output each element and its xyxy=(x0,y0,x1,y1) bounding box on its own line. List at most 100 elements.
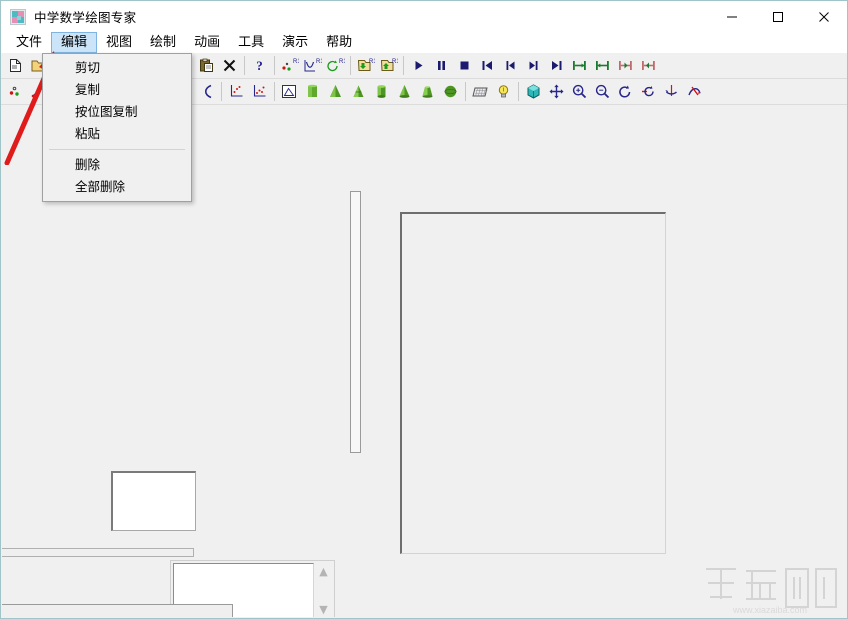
parabola-button[interactable] xyxy=(195,80,218,103)
new-document-button[interactable] xyxy=(4,54,27,77)
rotate-z-button[interactable] xyxy=(683,80,706,103)
step-forward-button[interactable] xyxy=(522,54,545,77)
rotate-y-button[interactable] xyxy=(660,80,683,103)
menu-option-copy[interactable]: 复制 xyxy=(43,79,191,101)
skip-end-icon xyxy=(552,61,562,70)
close-button[interactable] xyxy=(801,1,847,32)
rotate-view-button[interactable] xyxy=(614,80,637,103)
zoom-out-button[interactable] xyxy=(591,80,614,103)
frustum-icon xyxy=(353,85,364,97)
range-start-button[interactable] xyxy=(568,54,591,77)
menu-option-delete[interactable]: 删除 xyxy=(43,154,191,176)
pause-icon xyxy=(438,61,445,70)
menu-item-edit[interactable]: 编辑 xyxy=(51,32,98,53)
close-icon xyxy=(819,11,829,22)
sphere-icon xyxy=(444,85,457,98)
grid-button[interactable] xyxy=(469,80,492,103)
rotate-r1-button[interactable]: R1 xyxy=(324,54,347,77)
cone-button[interactable] xyxy=(393,80,416,103)
curve-r1-button[interactable]: R1 xyxy=(301,54,324,77)
range-mid-icon xyxy=(619,61,632,70)
step-back-icon xyxy=(506,61,515,70)
menu-option-paste[interactable]: 粘贴 xyxy=(43,123,191,145)
scroll-down-icon[interactable]: ▼ xyxy=(315,601,332,617)
paste-button[interactable] xyxy=(195,54,218,77)
skip-end-button[interactable] xyxy=(545,54,568,77)
delete-x-icon xyxy=(223,59,236,72)
prism-icon xyxy=(308,84,317,97)
rotate-y-axis-icon xyxy=(665,85,677,96)
menu-item-tools[interactable]: 工具 xyxy=(229,32,273,53)
import-r1-button[interactable]: R1 xyxy=(354,54,377,77)
step-back-button[interactable] xyxy=(499,54,522,77)
edit-dropdown-menu[interactable]: 剪切 复制 按位图复制 粘贴 删除 全部删除 xyxy=(42,53,192,202)
toolbar-separator xyxy=(403,56,404,75)
zoom-in-button[interactable] xyxy=(568,80,591,103)
pause-button[interactable] xyxy=(430,54,453,77)
prism-button[interactable] xyxy=(301,80,324,103)
vertical-scrollbar[interactable]: ▲ ▼ xyxy=(315,563,332,617)
large-drawing-panel[interactable] xyxy=(400,212,666,554)
range-end-button[interactable] xyxy=(637,54,660,77)
menu-item-presentation[interactable]: 演示 xyxy=(273,32,317,53)
menu-item-view[interactable]: 视图 xyxy=(97,32,141,53)
app-grid-icon xyxy=(10,8,26,25)
delete-button[interactable] xyxy=(218,54,241,77)
points-r1-button[interactable]: R1 xyxy=(278,54,301,77)
skip-start-button[interactable] xyxy=(476,54,499,77)
toolbar-separator xyxy=(465,82,466,101)
rotate-z-axis-icon xyxy=(688,86,701,96)
toolbar-separator xyxy=(244,56,245,75)
menu-item-draw[interactable]: 绘制 xyxy=(141,32,185,53)
range-end-icon xyxy=(642,61,655,70)
svg-text:R1: R1 xyxy=(369,59,375,65)
point-button[interactable] xyxy=(4,80,27,103)
minimize-button[interactable] xyxy=(709,1,755,32)
play-button[interactable] xyxy=(407,54,430,77)
rotate-r1-icon: R1 xyxy=(327,59,345,72)
menu-option-delete-all[interactable]: 全部删除 xyxy=(43,176,191,198)
menu-item-animation[interactable]: 动画 xyxy=(185,32,229,53)
window-title: 中学数学绘图专家 xyxy=(34,10,137,25)
axes-scatter-button[interactable] xyxy=(248,80,271,103)
plane-button[interactable] xyxy=(278,80,301,103)
menu-item-file[interactable]: 文件 xyxy=(7,32,51,53)
parabola-icon xyxy=(204,84,212,99)
zoom-out-icon xyxy=(595,84,610,99)
svg-text:R1: R1 xyxy=(316,59,322,65)
cone-frustum-button[interactable] xyxy=(416,80,439,103)
move-pan-button[interactable] xyxy=(545,80,568,103)
sphere-button[interactable] xyxy=(439,80,462,103)
lightbulb-button[interactable] xyxy=(492,80,515,103)
maximize-button[interactable] xyxy=(755,1,801,32)
menu-option-cut[interactable]: 剪切 xyxy=(43,57,191,79)
white-panel[interactable] xyxy=(111,471,196,531)
maximize-icon xyxy=(773,11,783,22)
stop-button[interactable] xyxy=(453,54,476,77)
frustum-button[interactable] xyxy=(347,80,370,103)
help-button[interactable]: ? xyxy=(248,54,271,77)
import-r1-icon: R1 xyxy=(357,59,375,71)
help-question-icon: ? xyxy=(256,58,263,73)
menu-item-help[interactable]: 帮助 xyxy=(317,32,361,53)
cube-3d-icon xyxy=(527,84,540,99)
vertical-slider[interactable] xyxy=(350,191,361,453)
bottom-strip-2[interactable] xyxy=(2,604,233,617)
toolbar-separator xyxy=(350,56,351,75)
grid-icon xyxy=(472,87,488,97)
range-mid-button[interactable] xyxy=(614,54,637,77)
cylinder-button[interactable] xyxy=(370,80,393,103)
axes-points-button[interactable] xyxy=(225,80,248,103)
export-r1-button[interactable]: R1 xyxy=(377,54,400,77)
cube-3d-button[interactable] xyxy=(522,80,545,103)
range-full-button[interactable] xyxy=(591,54,614,77)
svg-text:R1: R1 xyxy=(293,59,299,65)
pyramid-icon xyxy=(330,85,341,97)
menu-option-copy-bitmap[interactable]: 按位图复制 xyxy=(43,101,191,123)
scroll-up-icon[interactable]: ▲ xyxy=(315,563,332,580)
watermark-url: www.xiazaiba.com xyxy=(732,605,807,615)
rotate-x-button[interactable] xyxy=(637,80,660,103)
rotate-x-axis-icon xyxy=(642,86,654,97)
bottom-strip-1[interactable] xyxy=(2,548,194,557)
pyramid-button[interactable] xyxy=(324,80,347,103)
